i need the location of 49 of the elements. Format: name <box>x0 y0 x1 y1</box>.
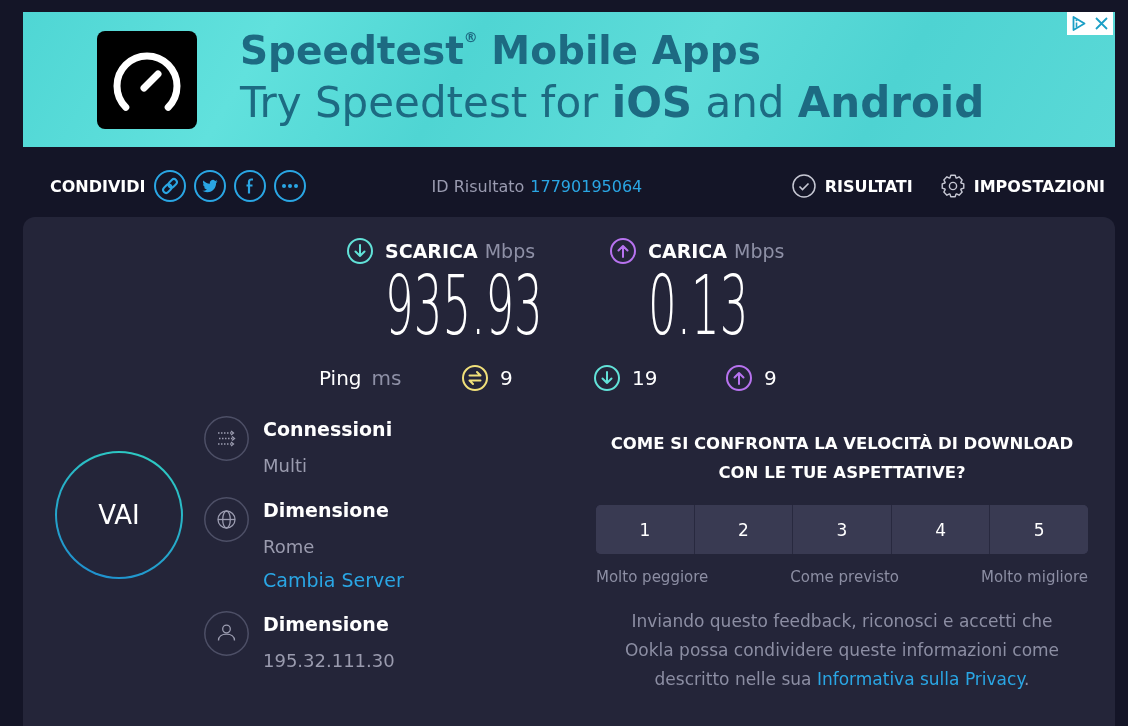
arrow-down-circle-icon <box>594 365 620 391</box>
feedback-question: COME SI CONFRONTA LA VELOCITÀ DI DOWNLOAD CON LE TUE ASPETTATIVE? <box>609 433 1075 484</box>
dotted-arrows-icon <box>204 416 249 461</box>
detail-title: Dimensione <box>263 498 389 523</box>
go-button[interactable]: VAI <box>55 451 183 579</box>
speedometer-icon <box>97 30 197 129</box>
rating-button[interactable]: 5 <box>989 505 1088 554</box>
result-id-label: ID Risultato <box>431 176 525 196</box>
settings-button[interactable]: IMPOSTAZIONI <box>940 174 1105 198</box>
user-icon <box>204 611 249 656</box>
ping-value: 9 <box>500 366 513 390</box>
change-server-link[interactable]: Cambia Server <box>263 567 404 593</box>
detail-value: Rome <box>263 535 315 559</box>
results-button[interactable]: RISULTATI <box>791 174 913 198</box>
share-label: CONDIVIDI <box>50 176 146 196</box>
scale-label: Molto migliore <box>981 567 1088 588</box>
unit-label: Mbps <box>484 239 536 264</box>
disclaimer-text: Inviando questo feedback, riconosci e accetti che Ookla possa condividere queste informazioni come descritto nelle sua Informativa sulla Privacy. <box>623 610 1061 691</box>
speed-value: 0.13 <box>648 273 749 339</box>
detail-value: Multi <box>263 454 307 478</box>
detail-value: 195.32.111.30 <box>263 649 395 673</box>
more-icon[interactable] <box>273 170 306 202</box>
arrow-up-circle-icon <box>610 238 636 264</box>
speed-value: 935.93 <box>385 273 543 339</box>
arrow-down-circle-icon <box>347 238 373 264</box>
ping-value: 19 <box>632 366 658 390</box>
ad-banner[interactable]: Speedtest$^{®}$ Mobile Apps Try Speedtest for iOS and Android <box>23 12 1115 147</box>
detail-title: Connessioni <box>263 417 393 442</box>
arrow-up-circle-icon <box>726 365 752 391</box>
unit-label: ms <box>371 366 402 390</box>
ping-label: Ping <box>319 366 362 390</box>
ping-value: 9 <box>764 366 777 390</box>
ad-headline: Speedtest$^{®}$ Mobile Apps <box>240 27 762 75</box>
result-id-link[interactable]: 17790195064 <box>530 176 643 196</box>
bird-icon[interactable] <box>193 170 226 202</box>
privacy-link[interactable]: Informativa sulla Privacy <box>816 669 1024 689</box>
detail-title: Dimensione <box>263 612 389 637</box>
unit-label: Mbps <box>734 239 785 264</box>
speed-label: SCARICA <box>385 239 478 264</box>
link-icon[interactable] <box>153 170 186 202</box>
globe-icon <box>204 497 249 542</box>
swap-arrows-icon <box>462 365 488 391</box>
scale-label: Come previsto <box>790 567 900 588</box>
speed-label: CARICA <box>648 239 727 264</box>
ad-tagline: Try Speedtest for iOS and Android <box>240 77 985 129</box>
check-circle-icon <box>791 174 816 198</box>
scale-label: Molto peggiore <box>596 567 709 588</box>
settings-icon <box>940 174 965 198</box>
facebook-icon[interactable] <box>233 170 266 202</box>
